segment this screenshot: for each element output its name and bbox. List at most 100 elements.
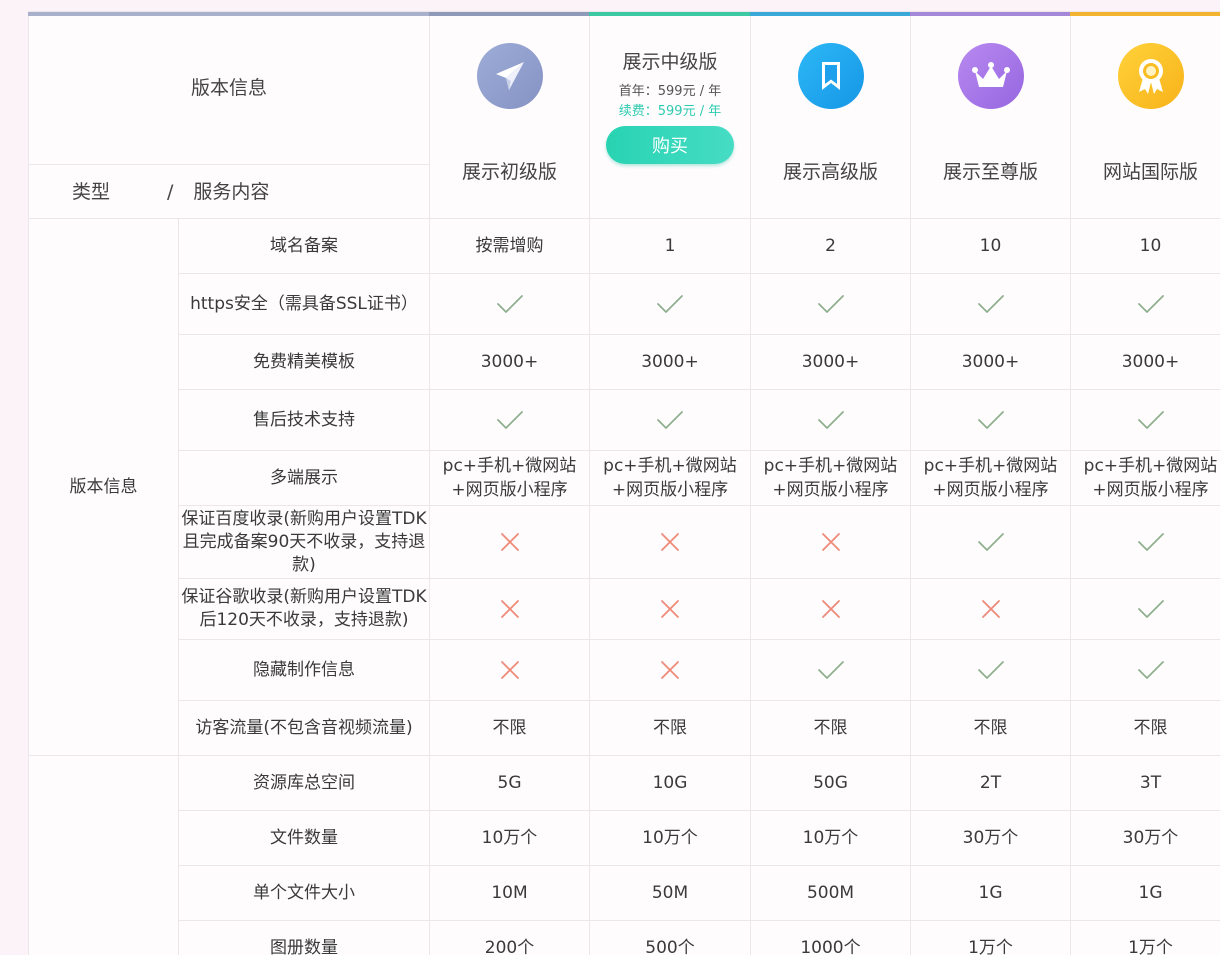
table-row: 文件数量 10万个 10万个 10万个 30万个 30万个 <box>29 810 1220 866</box>
renewal-price: 续费：599元 / 年 <box>618 104 722 119</box>
value-cell: 10 <box>910 218 1071 274</box>
value-cell: 1G <box>910 865 1071 921</box>
cross-icon <box>589 639 751 701</box>
value-cell: 1G <box>1070 865 1220 921</box>
buy-button[interactable]: 购买 <box>606 126 734 164</box>
service-label: 服务内容 <box>193 180 270 203</box>
table-row: 多端展示 pc+手机+微网站+网页版小程序 pc+手机+微网站+网页版小程序 pc+手… <box>29 450 1220 506</box>
cross-icon <box>910 578 1071 640</box>
value-cell: pc+手机+微网站+网页版小程序 <box>589 450 751 506</box>
check-icon <box>750 639 911 701</box>
value-cell: 2 <box>750 218 911 274</box>
value-cell: 10万个 <box>589 810 751 866</box>
value-cell: 3000+ <box>429 334 590 390</box>
plan-name: 展示中级版 <box>622 51 718 73</box>
value-cell: 10万个 <box>429 810 590 866</box>
check-icon <box>910 389 1071 451</box>
cross-icon <box>750 505 911 579</box>
plan-accent-bar <box>910 12 1071 16</box>
feature-name: 访客流量(不包含音视频流量) <box>178 700 430 756</box>
value-cell: 50G <box>750 755 911 811</box>
check-icon <box>910 273 1071 335</box>
table-row: 单个文件大小 10M 50M 500M 1G 1G <box>29 865 1220 921</box>
value-cell: 2T <box>910 755 1071 811</box>
check-icon <box>1070 639 1220 701</box>
plan-header-intermediate: 展示中级版 首年：599元 / 年 续费：599元 / 年 购买 <box>589 11 751 219</box>
value-cell: 按需增购 <box>429 218 590 274</box>
value-cell: 5G <box>429 755 590 811</box>
feature-name: 售后技术支持 <box>178 389 430 451</box>
value-cell: 3000+ <box>1070 334 1220 390</box>
bookmark-icon <box>797 43 864 109</box>
header-left-cell: 版本信息 类型 / 服务内容 <box>28 11 430 219</box>
cross-icon <box>429 505 590 579</box>
feature-name: 隐藏制作信息 <box>178 639 430 701</box>
plan-header-basic: 展示初级版 <box>429 11 590 219</box>
value-cell: pc+手机+微网站+网页版小程序 <box>910 450 1071 506</box>
feature-name: 保证百度收录(新购用户设置TDK且完成备案90天不收录，支持退款) <box>178 505 430 579</box>
pricing-comparison: 版本信息 类型 / 服务内容 展示初级版 展示中级版 首年：599元 / 年 续… <box>28 11 1220 955</box>
value-cell: 200个 <box>429 920 590 955</box>
table-row: 保证百度收录(新购用户设置TDK且完成备案90天不收录，支持退款) <box>29 505 1220 579</box>
header-row: 版本信息 类型 / 服务内容 展示初级版 展示中级版 首年：599元 / 年 续… <box>28 11 1220 219</box>
value-cell: 3T <box>1070 755 1220 811</box>
check-icon <box>910 505 1071 579</box>
value-cell: 1万个 <box>910 920 1071 955</box>
header-left-accent <box>28 12 430 16</box>
slash-separator: / <box>167 180 174 203</box>
value-cell: 1万个 <box>1070 920 1220 955</box>
category-cell: 版本信息 <box>28 218 179 756</box>
check-icon <box>910 639 1071 701</box>
check-icon <box>429 389 590 451</box>
plan-header-advanced: 展示高级版 <box>750 11 911 219</box>
value-cell: 500M <box>750 865 911 921</box>
type-service-heading: 类型 / 服务内容 <box>29 165 429 218</box>
value-cell: 3000+ <box>910 334 1071 390</box>
value-cell: 不限 <box>589 700 751 756</box>
table-row: 资源库总空间 5G 10G 50G 2T 3T <box>28 755 1220 955</box>
feature-name: https安全（需具备SSL证书） <box>178 273 430 335</box>
check-icon <box>750 273 911 335</box>
value-cell: 不限 <box>750 700 911 756</box>
category-cell <box>28 755 179 955</box>
type-label: 类型 <box>72 180 111 203</box>
paper-plane-icon <box>476 43 543 109</box>
value-cell: 10万个 <box>750 810 911 866</box>
table-row: 图册数量 200个 500个 1000个 1万个 1万个 <box>29 920 1220 955</box>
value-cell: 10G <box>589 755 751 811</box>
feature-name: 免费精美模板 <box>178 334 430 390</box>
table-row: 免费精美模板 3000+ 3000+ 3000+ 3000+ 3000+ <box>29 334 1220 390</box>
value-cell: pc+手机+微网站+网页版小程序 <box>750 450 911 506</box>
cross-icon <box>429 639 590 701</box>
cross-icon <box>589 578 751 640</box>
check-icon <box>589 273 751 335</box>
first-year-price: 首年：599元 / 年 <box>618 84 722 99</box>
value-cell: 30万个 <box>910 810 1071 866</box>
table-row: 版本信息 域名备案 按需增购 1 2 10 10 <box>28 218 1220 756</box>
plan-accent-bar <box>1070 12 1220 16</box>
feature-name: 域名备案 <box>178 218 430 274</box>
value-cell: 500个 <box>589 920 751 955</box>
check-icon <box>1070 273 1220 335</box>
check-icon <box>1070 578 1220 640</box>
plan-name: 展示初级版 <box>461 161 557 183</box>
value-cell: 不限 <box>429 700 590 756</box>
check-icon <box>429 273 590 335</box>
feature-name: 单个文件大小 <box>178 865 430 921</box>
plan-name: 展示至尊版 <box>942 161 1038 183</box>
plan-header-international: 网站国际版 <box>1070 11 1220 219</box>
feature-name: 多端展示 <box>178 450 430 506</box>
plan-accent-bar <box>589 12 751 16</box>
plan-accent-bar <box>750 12 911 16</box>
value-cell: pc+手机+微网站+网页版小程序 <box>429 450 590 506</box>
value-cell: 不限 <box>910 700 1071 756</box>
pricing-table: 版本信息 类型 / 服务内容 展示初级版 展示中级版 首年：599元 / 年 续… <box>28 11 1220 955</box>
value-cell: 10M <box>429 865 590 921</box>
value-cell: 1000个 <box>750 920 911 955</box>
table-row: 访客流量(不包含音视频流量) 不限 不限 不限 不限 不限 <box>29 700 1220 756</box>
plan-header-supreme: 展示至尊版 <box>910 11 1071 219</box>
table-row: https安全（需具备SSL证书） <box>29 273 1220 335</box>
value-cell: 1 <box>589 218 751 274</box>
check-icon <box>1070 389 1220 451</box>
feature-name: 保证谷歌收录(新购用户设置TDK后120天不收录，支持退款) <box>178 578 430 640</box>
